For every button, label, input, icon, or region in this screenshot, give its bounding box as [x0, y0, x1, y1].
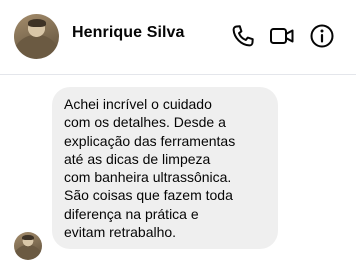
- phone-icon: [232, 25, 254, 47]
- video-icon: [270, 28, 294, 44]
- contact-name[interactable]: Henrique Silva: [72, 24, 185, 42]
- message-bubble[interactable]: Achei incrível o cuidado com os detalhes…: [52, 87, 278, 250]
- video-call-button[interactable]: [268, 22, 296, 50]
- call-button[interactable]: [229, 22, 257, 50]
- info-button[interactable]: [308, 22, 336, 50]
- chat-header: Henrique Silva: [0, 0, 356, 75]
- message-thread: Achei incrível o cuidado com os detalhes…: [0, 75, 356, 279]
- sender-avatar[interactable]: [14, 232, 42, 260]
- contact-avatar[interactable]: [14, 14, 59, 59]
- info-icon: [310, 24, 334, 48]
